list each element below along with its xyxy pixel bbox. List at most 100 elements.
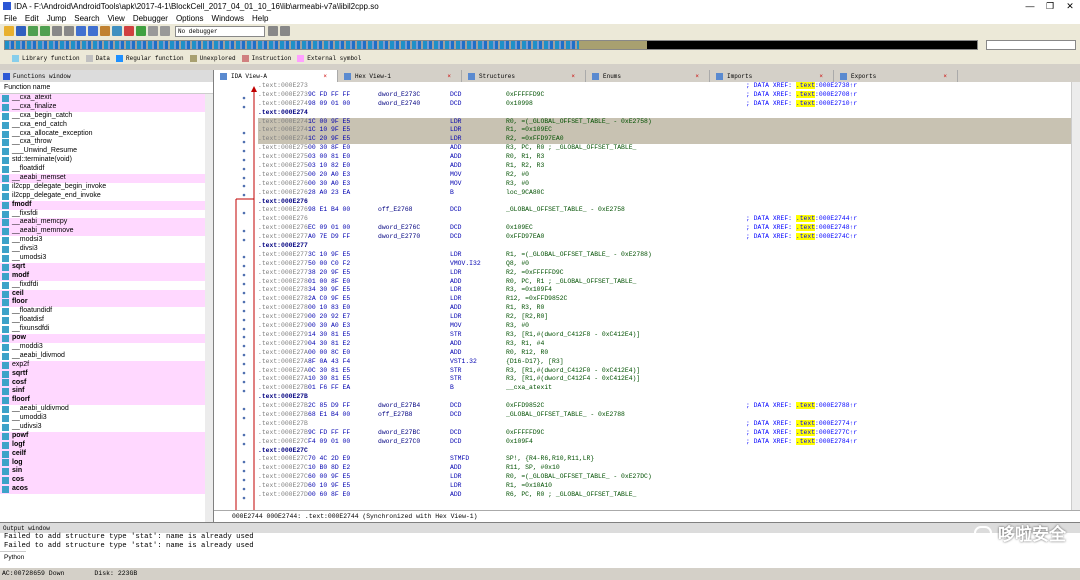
disasm-line[interactable]: .text:000E27B0 01 F6 FF EA B __cxa_atexit	[258, 384, 1080, 393]
disasm-line[interactable]: .text:000E2738 ; DATA XREF: .text:000E273…	[258, 82, 1080, 91]
disasm-line[interactable]: .text:000E2790 00 20 92 E7 LDR R2, [R2,R0]	[258, 313, 1080, 322]
function-item[interactable]: __divsi3	[0, 245, 213, 254]
function-item[interactable]: acos	[0, 485, 213, 495]
search-icon[interactable]	[88, 26, 98, 36]
code-icon[interactable]	[100, 26, 110, 36]
function-item[interactable]: logf	[0, 440, 213, 450]
function-item[interactable]: __cxa_atexit	[0, 94, 213, 103]
disasm-line[interactable]: .text:000E279C 04 30 81 E2 ADD R3, R1, #4	[258, 340, 1080, 349]
save-icon[interactable]	[16, 26, 26, 36]
function-item[interactable]: floorf	[0, 396, 213, 406]
menu-view[interactable]: View	[108, 14, 125, 23]
disasm-line[interactable]: .text:000E2760 00 30 A0 E3 MOV R3, #0	[258, 180, 1080, 189]
tab-close-icon[interactable]: ×	[943, 73, 947, 80]
disassembly-listing[interactable]: .text:000E2738 ; DATA XREF: .text:000E273…	[258, 82, 1080, 510]
function-item[interactable]: ___Unwind_Resume	[0, 147, 213, 156]
disasm-line[interactable]: .text:000E27C4 70 4C 2D E9 STMFD SP!, {R4-R…	[258, 455, 1080, 464]
menu-search[interactable]: Search	[74, 14, 99, 23]
maximize-button[interactable]: ❐	[1040, 1, 1060, 12]
function-item[interactable]: sin	[0, 467, 213, 477]
disasm-line[interactable]: .text:000E2774 3C 10 9F E5 LDR R1, =(_GLOBA…	[258, 251, 1080, 260]
function-item[interactable]: __aeabi_uldivmod	[0, 405, 213, 414]
function-item[interactable]: floor	[0, 298, 213, 308]
disasm-line[interactable]: .text:000E2770 A0 7E D9 FF dword_E2770 DCD 0…	[258, 233, 1080, 242]
navigation-band[interactable]	[4, 40, 978, 50]
debugger-options-icon[interactable]	[268, 26, 278, 36]
function-item[interactable]: __cxa_throw	[0, 138, 213, 147]
menu-edit[interactable]: Edit	[25, 14, 39, 23]
function-item[interactable]: __fixsfdi	[0, 210, 213, 219]
disasm-line[interactable]: .text:000E2794 00 30 A0 E3 MOV R3, #0	[258, 322, 1080, 331]
disasm-line[interactable]: .text:000E2780 01 00 8F E0 ADD R0, PC, R1 ;…	[258, 278, 1080, 287]
function-item[interactable]: __umodsi3	[0, 254, 213, 263]
tab-structures[interactable]: Structures ×	[462, 70, 586, 82]
function-item[interactable]: __fixunsdfdi	[0, 325, 213, 334]
tab-enums[interactable]: Enums ×	[586, 70, 710, 82]
function-item[interactable]: exp2f	[0, 360, 213, 370]
open-icon[interactable]	[4, 26, 14, 36]
function-item[interactable]: __floatdisf	[0, 316, 213, 325]
disasm-line[interactable]: .text:000E2744	[258, 109, 1080, 118]
debugger-select[interactable]: No debugger	[175, 25, 265, 37]
disasm-line[interactable]: .text:000E273C 9C FD FF FF dword_E273C DCD 0…	[258, 90, 1080, 100]
tab-close-icon[interactable]: ×	[571, 73, 575, 80]
function-item[interactable]: fmodf	[0, 200, 213, 210]
menu-help[interactable]: Help	[252, 14, 268, 23]
copy-icon[interactable]	[52, 26, 62, 36]
function-item[interactable]: std::terminate(void)	[0, 156, 213, 165]
disasm-line[interactable]: .text:000E27B8 68 E1 B4 00 off_E27B8 DCD _GL…	[258, 411, 1080, 420]
function-item[interactable]: __umoddi3	[0, 414, 213, 423]
tab-exports[interactable]: Exports ×	[834, 70, 958, 82]
disasm-line[interactable]: .text:000E27D4 00 60 8F E0 ADD R6, PC, R0 ;…	[258, 491, 1080, 500]
function-item[interactable]: cosf	[0, 378, 213, 388]
disasm-line[interactable]: .text:000E275C 00 20 A0 E3 MOV R2, #0	[258, 171, 1080, 180]
python-input-button[interactable]: Python	[0, 551, 26, 563]
disassembly-scrollbar[interactable]	[1071, 82, 1080, 510]
disasm-line[interactable]: .text:000E2774	[258, 242, 1080, 251]
function-item[interactable]: __cxa_allocate_exception	[0, 130, 213, 139]
function-name-column-header[interactable]: Function name	[0, 82, 213, 94]
function-item[interactable]: il2cpp_delegate_begin_invoke	[0, 183, 213, 192]
function-item[interactable]: __floatdidf	[0, 165, 213, 174]
function-item[interactable]: __modsi3	[0, 236, 213, 245]
disasm-line[interactable]: .text:000E2764 28 A0 23 EA Bloc_9CA80C	[258, 189, 1080, 198]
disasm-line[interactable]: .text:000E2754 03 00 81 E0 ADD R0, R1, R3	[258, 153, 1080, 162]
function-item[interactable]: __aeabi_ldivmod	[0, 352, 213, 361]
jump-icon[interactable]	[76, 26, 86, 36]
function-item[interactable]: cos	[0, 476, 213, 486]
disasm-line[interactable]: .text:000E2740 98 09 01 00 dword_E2740 DCD 0…	[258, 99, 1080, 109]
function-item[interactable]: __udivsi3	[0, 423, 213, 432]
disasm-line[interactable]: .text:000E277C 38 20 9F E5 LDR R2, =0xFFFFF…	[258, 269, 1080, 278]
disasm-line[interactable]: .text:000E2768 98 E1 B4 00 off_E2768 DCD _GL…	[258, 206, 1080, 215]
navigation-band-select[interactable]	[986, 40, 1076, 50]
function-item[interactable]: ceil	[0, 289, 213, 299]
function-item[interactable]: __aeabi_memcpy	[0, 218, 213, 228]
stop-icon[interactable]	[160, 26, 170, 36]
forward-icon[interactable]	[40, 26, 50, 36]
disasm-line[interactable]: .text:000E27D0 60 10 9F E5 LDR R1, =0x10A10	[258, 482, 1080, 491]
disasm-line[interactable]: .text:000E27A0 00 00 8C E0 ADD R0, R12, R0	[258, 349, 1080, 358]
function-item[interactable]: modf	[0, 271, 213, 281]
function-item[interactable]: pow	[0, 334, 213, 343]
disasm-line[interactable]: .text:000E27C0 F4 09 01 00 dword_E27C0 DCD 0…	[258, 437, 1080, 447]
tab-close-icon[interactable]: ×	[695, 73, 699, 80]
menu-options[interactable]: Options	[176, 14, 204, 23]
function-item[interactable]: sqrtf	[0, 369, 213, 379]
play-icon[interactable]	[136, 26, 146, 36]
disasm-line[interactable]: .text:000E27C8 10 B0 8D E2 ADD R11, SP, #0x…	[258, 464, 1080, 473]
close-button[interactable]: ✕	[1060, 1, 1080, 12]
disasm-line[interactable]: .text:000E27B8 ; DATA XREF: .text:000E277…	[258, 419, 1080, 429]
menu-file[interactable]: File	[4, 14, 17, 23]
undefine-icon[interactable]	[124, 26, 134, 36]
menu-windows[interactable]: Windows	[212, 14, 244, 23]
data-icon[interactable]	[112, 26, 122, 36]
menu-jump[interactable]: Jump	[47, 14, 67, 23]
disasm-line[interactable]: .text:000E2750 00 30 8F E0 ADD R3, PC, R0 ;…	[258, 144, 1080, 153]
function-item[interactable]: il2cpp_delegate_end_invoke	[0, 192, 213, 201]
function-item[interactable]: powf	[0, 431, 213, 441]
disasm-line[interactable]: .text:000E2784 34 30 9F E5 LDR R3, =0x109F4	[258, 286, 1080, 295]
disasm-line[interactable]: .text:000E2758 03 10 82 E0 ADD R1, R2, R3	[258, 162, 1080, 171]
disasm-line[interactable]: .text:000E276C EC 09 01 00 dword_E276C DCD 0…	[258, 224, 1080, 233]
disasm-line[interactable]: .text:000E2778 50 00 C0 F2 VMOV.I32 Q8, #0	[258, 260, 1080, 269]
disasm-line[interactable]: .text:000E27A8 0C 30 81 E5 STR R3, [R1,#(dw…	[258, 367, 1080, 376]
